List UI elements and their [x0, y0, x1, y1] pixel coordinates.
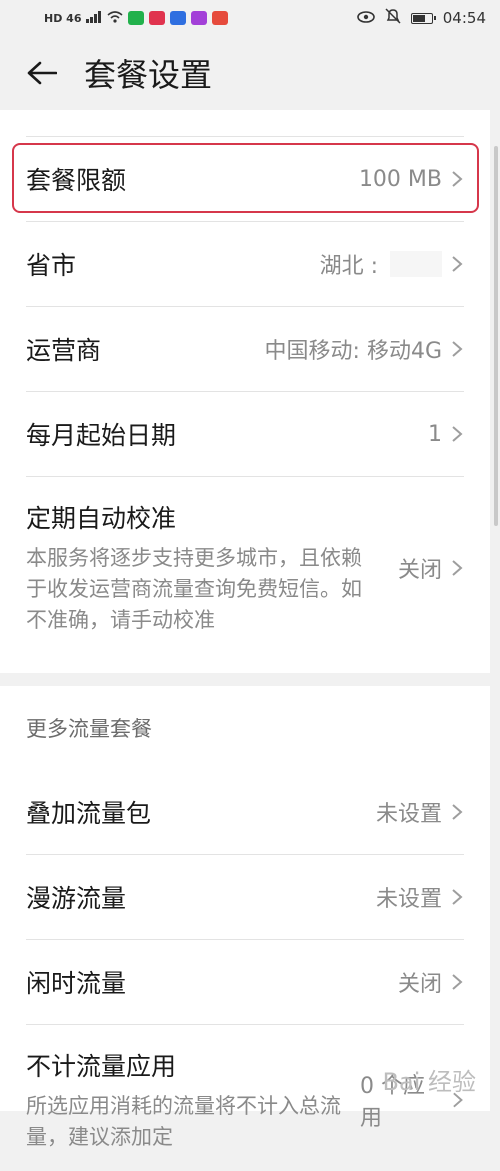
row-label: 套餐限额	[26, 166, 127, 195]
row-label: 漫游流量	[26, 884, 127, 913]
eye-icon	[356, 9, 375, 27]
row-value: 关闭	[397, 557, 442, 583]
page-title: 套餐设置	[84, 56, 213, 94]
settings-row-idle-data[interactable]: 闲时流量 关闭	[26, 940, 464, 1025]
row-value: 未设置	[375, 887, 442, 912]
settings-row-roaming[interactable]: 漫游流量 未设置	[26, 855, 464, 940]
row-value: 未设置	[375, 802, 442, 827]
row-label: 定期自动校准	[26, 504, 177, 533]
row-label: 运营商	[26, 336, 102, 365]
more-plans-card: 更多流量套餐 叠加流量包 未设置 漫游流量 未设置 闲时流量 关闭 不计流量应用…	[0, 686, 490, 1149]
wifi-icon	[107, 10, 124, 26]
arrow-left-icon	[27, 61, 57, 85]
status-right: 04:54	[356, 8, 486, 28]
row-value: 1	[428, 421, 442, 447]
settings-row-province[interactable]: 省市 湖北 :	[26, 222, 464, 307]
settings-row-start-date[interactable]: 每月起始日期 1	[26, 392, 464, 477]
scrollbar[interactable]	[494, 146, 498, 526]
chevron-right-icon	[452, 426, 463, 442]
app-notification-icon	[170, 11, 187, 25]
chevron-right-icon	[452, 171, 463, 187]
row-value: 关闭	[397, 972, 442, 997]
row-description: 所选应用消耗的流量将不计入总流量，建议添加定	[26, 1094, 341, 1149]
signal-icon	[86, 10, 102, 26]
app-notification-icon	[212, 11, 229, 25]
section-title: 更多流量套餐	[26, 717, 152, 741]
watermark-logo: Bai 经验	[382, 1068, 476, 1096]
divider	[26, 110, 464, 137]
network-indicator: HD 46	[44, 11, 82, 25]
settings-row-data-limit[interactable]: 套餐限额 100 MB	[26, 137, 464, 222]
settings-row-auto-calibrate[interactable]: 定期自动校准 本服务将逐步支持更多城市，且依赖于收发运营商流量查询免费短信。如不…	[26, 477, 464, 654]
battery-icon	[410, 12, 436, 24]
plan-settings-card: 套餐限额 100 MB 省市 湖北 : 运营商 中国移动: 移动4G 每月起始日…	[0, 110, 490, 673]
row-label: 每月起始日期	[26, 421, 177, 450]
chevron-right-icon	[452, 341, 463, 357]
clock: 04:54	[442, 9, 486, 27]
row-label: 省市	[26, 251, 77, 280]
redacted-area	[390, 251, 442, 277]
chevron-right-icon	[452, 559, 463, 576]
battery-level	[412, 14, 425, 22]
mute-bell-icon	[385, 8, 401, 28]
chevron-right-icon	[452, 889, 463, 905]
row-label: 不计流量应用	[26, 1052, 177, 1081]
row-description: 本服务将逐步支持更多城市，且依赖于收发运营商流量查询免费短信。如不准确，请手动校…	[26, 546, 362, 632]
app-notification-icon	[149, 11, 166, 25]
chevron-right-icon	[452, 804, 463, 820]
status-left: HD 46	[44, 10, 229, 26]
app-notification-icon	[128, 11, 145, 25]
settings-row-carrier[interactable]: 运营商 中国移动: 移动4G	[26, 307, 464, 392]
status-bar: HD 46 04:54	[0, 0, 500, 36]
app-header: 套餐设置	[0, 36, 500, 110]
chevron-right-icon	[452, 256, 463, 272]
row-value: 中国移动: 移动4G	[264, 339, 442, 364]
row-label: 叠加流量包	[26, 799, 152, 828]
row-value: 100 MB	[358, 166, 442, 192]
row-label: 闲时流量	[26, 969, 127, 998]
app-notification-icon	[191, 11, 208, 25]
chevron-right-icon	[452, 974, 463, 990]
settings-row-data-pack[interactable]: 叠加流量包 未设置	[26, 770, 464, 855]
back-button[interactable]	[22, 53, 62, 93]
row-value: 湖北 :	[319, 254, 378, 279]
settings-row-unmetered-apps[interactable]: 不计流量应用 所选应用消耗的流量将不计入总流量，建议添加定 0 个应用	[26, 1025, 464, 1171]
